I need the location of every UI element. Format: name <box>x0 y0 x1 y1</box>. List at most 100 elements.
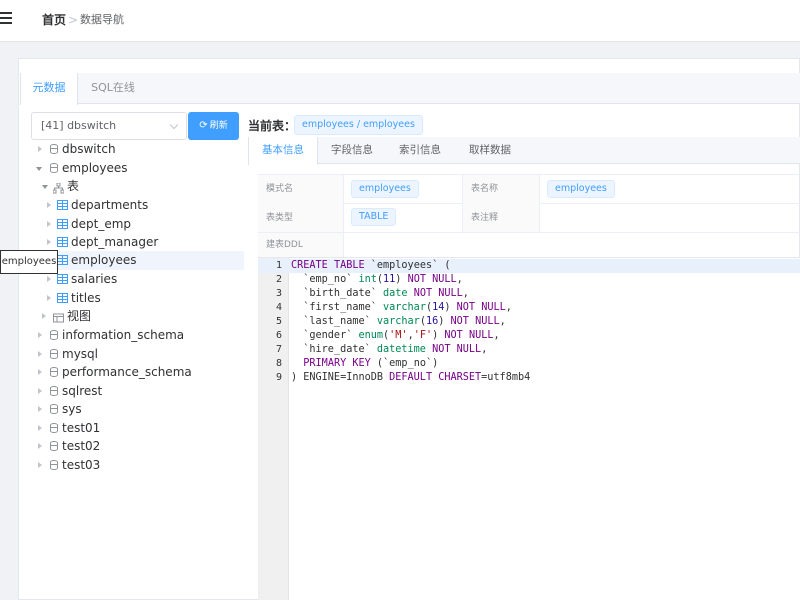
code-line: `gender` enum('M','F') NOT NULL, <box>291 330 500 341</box>
table-name-cell: employees <box>540 175 800 204</box>
line-number: 6 <box>275 330 282 341</box>
tree-node-label: salaries <box>71 272 118 286</box>
tree-node-label: mysql <box>62 347 98 361</box>
view-icon <box>53 311 64 323</box>
tab-field-info[interactable]: 字段信息 <box>318 137 386 164</box>
refresh-icon: ⟳ <box>199 120 208 131</box>
line-number: 3 <box>275 288 282 299</box>
code-line: `hire_date` datetime NOT NULL, <box>291 344 488 355</box>
tree-node-tables-group[interactable]: 表 <box>30 177 230 196</box>
tree-node-schema-performance-schema[interactable]: performance_schema <box>30 363 230 382</box>
tree-node-employees-db[interactable]: employees <box>30 159 230 178</box>
tab-sql-online[interactable]: SQL在线 <box>80 73 146 104</box>
code-line: ) ENGINE=InnoDB DEFAULT CHARSET=utf8mb4 <box>291 372 531 383</box>
tree-node-schema-information-schema[interactable]: information_schema <box>30 326 230 345</box>
tree-node-views-group[interactable]: 视图 <box>30 307 230 326</box>
table-icon <box>57 237 68 247</box>
top-header: 首页 > 数据导航 <box>0 0 800 42</box>
tree-node-label: dbswitch <box>62 142 116 156</box>
table-type-label: 表类型 <box>258 204 344 232</box>
database-icon <box>50 367 58 377</box>
database-icon <box>50 349 58 359</box>
tree-node-table-salaries[interactable]: salaries <box>30 270 230 289</box>
tree-node-label: test03 <box>62 458 101 472</box>
database-icon <box>50 144 58 154</box>
table-name-label: 表名称 <box>462 175 540 204</box>
table-icon <box>57 274 68 284</box>
tree-node-label: 视图 <box>67 309 92 323</box>
table-comment-label: 表注释 <box>462 204 540 232</box>
schema-name-cell: employees <box>344 175 462 204</box>
table-comment-value <box>540 204 800 232</box>
database-icon <box>50 386 58 396</box>
tree-node-label: dept_manager <box>71 235 159 249</box>
tree-node-dbswitch[interactable]: dbswitch <box>30 140 230 159</box>
line-number: 2 <box>275 274 282 285</box>
chevron-down-icon <box>169 120 179 130</box>
tree-node-table-employees[interactable]: employees <box>30 251 244 270</box>
tab-index-info[interactable]: 索引信息 <box>386 137 454 164</box>
tree-node-label: sqlrest <box>62 384 103 398</box>
tree-node-schema-test01[interactable]: test01 <box>30 419 230 438</box>
outer-tabs: 元数据 SQL在线 <box>20 73 800 105</box>
schema-name-label: 模式名 <box>258 175 344 204</box>
info-row: 表类型 TABLE 表注释 <box>258 204 800 233</box>
menu-icon[interactable] <box>0 12 12 26</box>
tab-metadata[interactable]: 元数据 <box>20 73 78 105</box>
code-line: CREATE TABLE `employees` ( <box>291 260 451 271</box>
current-table-tag: employees / employees <box>294 115 423 135</box>
datasource-select[interactable]: [41] dbswitch <box>31 112 187 140</box>
database-icon <box>50 460 58 470</box>
database-icon <box>50 330 58 340</box>
tooltip: employees <box>0 250 58 274</box>
table-icon <box>57 219 68 229</box>
breadcrumb-home[interactable]: 首页 <box>42 12 66 28</box>
tab-sample-data[interactable]: 取样数据 <box>454 137 526 164</box>
line-number: 5 <box>275 316 282 327</box>
line-number: 1 <box>275 260 282 271</box>
code-line: `emp_no` int(11) NOT NULL, <box>291 274 463 285</box>
tree-node-schema-test03[interactable]: test03 <box>30 456 230 475</box>
line-number: 9 <box>275 372 282 383</box>
refresh-label: 刷新 <box>209 121 228 131</box>
tree-node-label: test01 <box>62 421 101 435</box>
tree-node-label: 表 <box>67 179 80 193</box>
table-icon <box>57 255 68 265</box>
database-icon <box>50 163 58 173</box>
ddl-code-editor[interactable]: 1 CREATE TABLE `employees` ( 2 `emp_no` in… <box>258 257 800 600</box>
schema-name-value: employees <box>351 180 419 198</box>
code-line: `last_name` varchar(16) NOT NULL, <box>291 316 506 327</box>
code-line: `birth_date` date NOT NULL, <box>291 288 469 299</box>
database-icon <box>50 404 58 414</box>
tree-node-label: performance_schema <box>62 365 192 379</box>
tree-node-label: test02 <box>62 439 101 453</box>
line-number: 8 <box>275 358 282 369</box>
code-line: `first_name` varchar(14) NOT NULL, <box>291 302 512 313</box>
refresh-button[interactable]: ⟳ 刷新 <box>188 112 239 140</box>
tree-node-schema-mysql[interactable]: mysql <box>30 345 230 364</box>
tree-node-schema-sqlrest[interactable]: sqlrest <box>30 382 230 401</box>
tree-node-label: departments <box>71 198 149 212</box>
line-number: 7 <box>275 344 282 355</box>
tree-node-label: dept_emp <box>71 217 132 231</box>
tree-node-schema-test02[interactable]: test02 <box>30 437 230 456</box>
tree-node-label: titles <box>71 291 101 305</box>
ddl-label: 建表DDL <box>258 233 344 257</box>
database-icon <box>50 441 58 451</box>
line-number: 4 <box>275 302 282 313</box>
tree-node-table-dept-emp[interactable]: dept_emp <box>30 215 230 234</box>
table-type-value: TABLE <box>351 208 397 226</box>
tree-node-table-titles[interactable]: titles <box>30 289 230 308</box>
tree-node-table-departments[interactable]: departments <box>30 196 230 215</box>
table-icon <box>57 293 68 303</box>
current-table-label: 当前表： <box>248 119 297 133</box>
tree-node-label: information_schema <box>62 328 185 342</box>
table-type-cell: TABLE <box>344 204 462 232</box>
table-name-value: employees <box>547 180 615 198</box>
hierarchy-icon <box>52 181 65 194</box>
breadcrumb-current: 数据导航 <box>80 13 124 26</box>
info-row: 模式名 employees 表名称 employees <box>258 174 800 204</box>
tree-node-table-dept-manager[interactable]: dept_manager <box>30 233 230 252</box>
tab-basic-info[interactable]: 基本信息 <box>248 137 318 165</box>
tree-node-schema-sys[interactable]: sys <box>30 400 230 419</box>
